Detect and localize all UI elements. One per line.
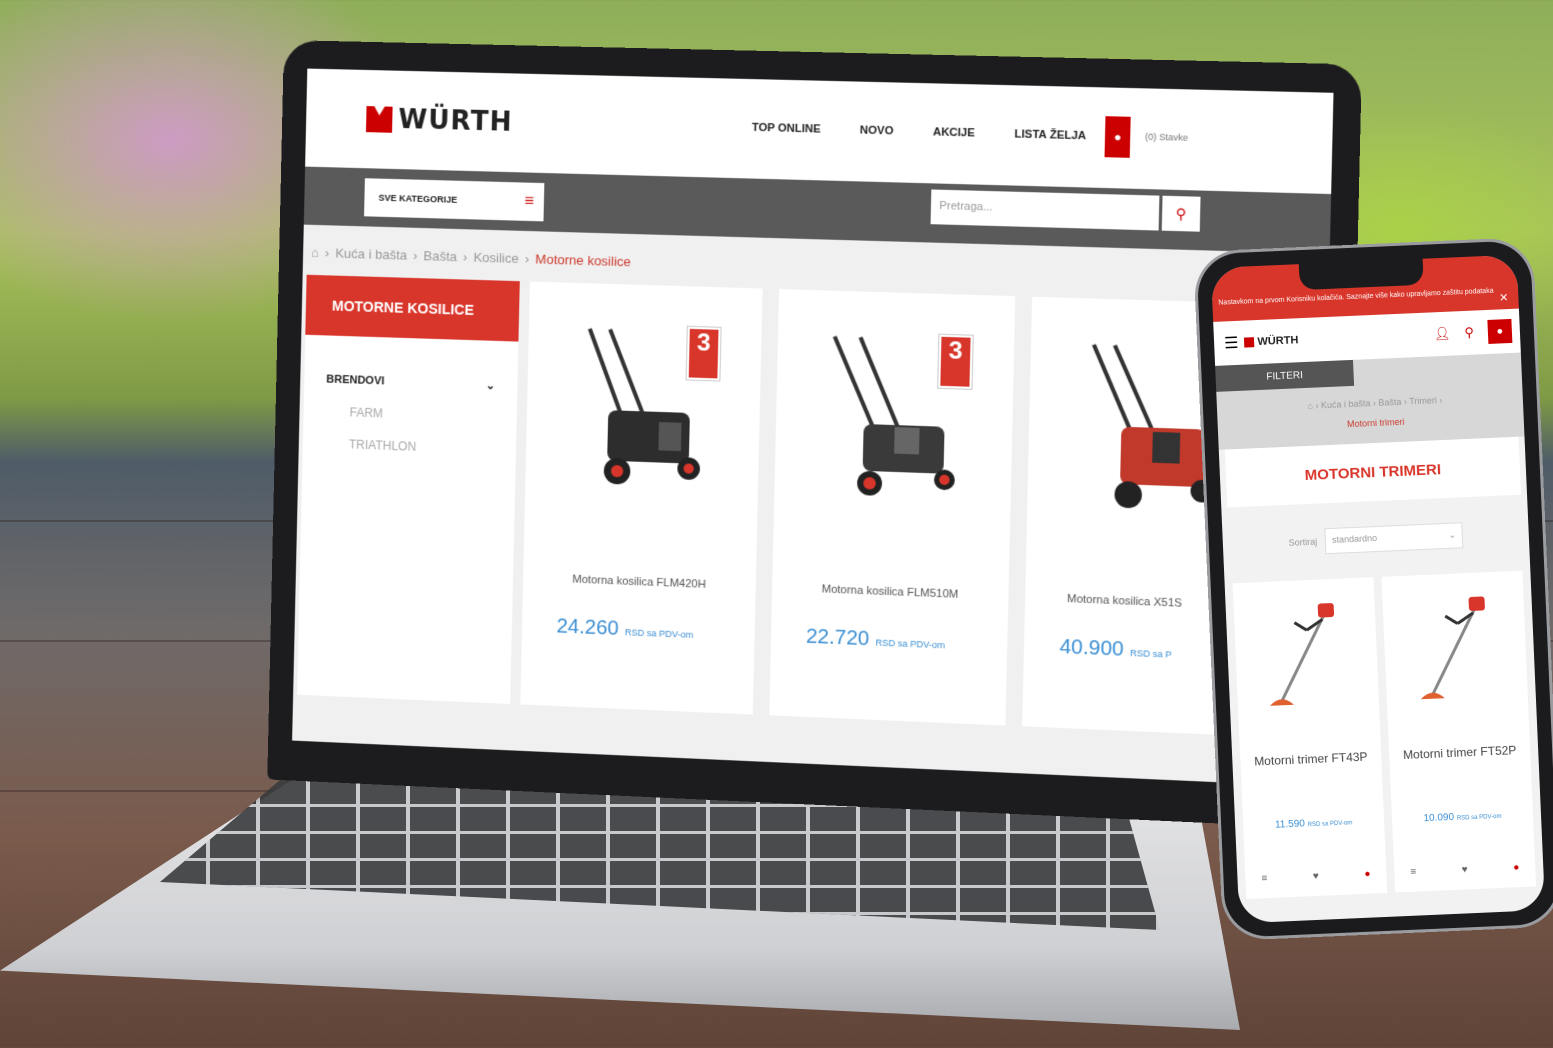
sort-select[interactable]: standardno ⌄	[1324, 522, 1464, 555]
categories-button[interactable]: SVE KATEGORIJE ≡	[364, 178, 545, 222]
phone-screen: Nastavkom na prvom Korisniku kolačića. S…	[1210, 254, 1546, 924]
breadcrumb-item[interactable]: Bašta	[423, 248, 457, 264]
laptop-screen: WÜRTH TOP ONLINE NOVO AKCIJE LISTA ŽELJA…	[292, 68, 1334, 787]
sidebar-title: MOTORNE KOSILICE	[305, 274, 520, 342]
heart-icon[interactable]: ♥	[1462, 864, 1468, 875]
heart-icon[interactable]: ♥	[1313, 871, 1319, 882]
categories-label: SVE KATEGORIJE	[378, 192, 458, 205]
home-icon[interactable]: ⌂	[1307, 401, 1313, 411]
wurth-logo[interactable]: WÜRTH	[1244, 334, 1299, 348]
product-actions: ≡ ♥ ●	[1261, 869, 1370, 885]
trimmer-image	[1420, 596, 1485, 700]
filter-sidebar: MOTORNE KOSILICE BRENDOVI ⌄ FARM TRIATHL…	[297, 274, 520, 705]
breadcrumb-item[interactable]: Kosilice	[473, 250, 519, 266]
warranty-badge: 3	[937, 333, 974, 390]
breadcrumb-item[interactable]: Trimeri	[1409, 395, 1437, 406]
search-icon: ⚲	[1175, 204, 1187, 222]
close-icon[interactable]: ✕	[1499, 291, 1509, 304]
product-price: 10.090 RSD sa PDV-om	[1423, 811, 1502, 825]
cart-icon: ●	[1496, 325, 1504, 338]
nav-akcije[interactable]: AKCIJE	[933, 126, 975, 139]
filters-button[interactable]: FILTERI	[1215, 359, 1355, 392]
brand-option[interactable]: TRIATHLON	[303, 418, 517, 458]
user-icon[interactable]: 👤︎	[1434, 326, 1451, 343]
product-name[interactable]: Motorni trimer FT52P	[1389, 743, 1530, 763]
cart-count-label: (0) Stavke	[1144, 131, 1189, 143]
sort-row: Sortiraj standardno ⌄	[1221, 494, 1530, 583]
mobile-filter-area: FILTERI ⌂ › Kuća i bašta › Bašta › Trime…	[1215, 352, 1525, 450]
hamburger-icon: ≡	[524, 192, 534, 211]
phone: Nastavkom na prvom Korisniku kolačića. S…	[1193, 236, 1553, 942]
brands-heading: BRENDOVI	[326, 373, 385, 388]
menu-icon[interactable]: ☰	[1224, 333, 1239, 354]
product-actions: ≡ ♥ ●	[1410, 862, 1519, 878]
cookie-text: Nastavkom na prvom Korisniku kolačića. S…	[1218, 287, 1494, 307]
search-input[interactable]: Pretraga...	[930, 189, 1160, 231]
nav-top-online[interactable]: TOP ONLINE	[752, 122, 821, 136]
product-card[interactable]: Motorni trimer FT52P 10.090 RSD sa PDV-o…	[1381, 570, 1537, 893]
chevron-down-icon: ⌄	[1448, 529, 1457, 540]
search-icon[interactable]: ⚲	[1464, 325, 1474, 341]
product-grid: Motorni trimer FT43P 11.590 RSD sa PDV-o…	[1225, 570, 1544, 900]
breadcrumb-item[interactable]: Bašta	[1378, 397, 1401, 408]
product-price: 11.590 RSD sa PDV-om	[1274, 818, 1353, 831]
breadcrumb-current: Motorne kosilice	[535, 251, 631, 270]
product-price: 22.720 RSD sa PDV-om	[805, 625, 946, 651]
home-icon[interactable]: ⌂	[311, 245, 319, 260]
chevron-down-icon: ⌄	[485, 379, 496, 393]
nav-novo[interactable]: NOVO	[860, 124, 894, 137]
product-name[interactable]: Motorni trimer FT43P	[1240, 749, 1381, 769]
nav-lista-zelja[interactable]: LISTA ŽELJA	[1014, 128, 1086, 142]
product-price: 40.900 RSD sa P	[1059, 635, 1172, 661]
breadcrumb-item[interactable]: Kuća i bašta	[335, 246, 407, 263]
add-to-cart-icon[interactable]: ●	[1513, 862, 1520, 873]
trimmer-image	[1269, 603, 1335, 706]
breadcrumb-item[interactable]: Kuća i bašta	[1321, 398, 1371, 410]
brands-filter-toggle[interactable]: BRENDOVI ⌄	[304, 335, 518, 393]
main-nav: TOP ONLINE NOVO AKCIJE LISTA ŽELJA	[752, 122, 1087, 143]
cart-icon: ●	[1113, 129, 1122, 145]
compare-icon[interactable]: ≡	[1410, 867, 1416, 878]
logo-text: WÜRTH	[398, 104, 513, 138]
product-card[interactable]: 3 Motorna kosilica FLM420H 24.260 RSD sa …	[520, 281, 763, 715]
laptop-lid: WÜRTH TOP ONLINE NOVO AKCIJE LISTA ŽELJA…	[267, 40, 1362, 830]
product-card[interactable]: 3 Motorna kosilica FLM510M 22.720 RSD sa …	[769, 289, 1016, 726]
wurth-logo-icon	[366, 106, 393, 133]
breadcrumb-current: Motorni trimeri	[1346, 416, 1405, 430]
phone-notch	[1298, 258, 1424, 291]
search-button[interactable]: ⚲	[1161, 195, 1201, 232]
sort-label: Sortiraj	[1288, 536, 1318, 548]
product-name[interactable]: Motorna kosilica FLM510M	[772, 581, 1009, 603]
header-icons: 👤︎ ⚲ ●	[1433, 318, 1513, 346]
product-card[interactable]: Motorni trimer FT43P 11.590 RSD sa PDV-o…	[1232, 577, 1388, 900]
wurth-logo[interactable]: WÜRTH	[366, 104, 513, 138]
cart-button[interactable]: ●	[1487, 318, 1513, 344]
warranty-badge: 3	[685, 325, 722, 382]
breadcrumb: ⌂ › Kuća i bašta › Bašta › Trimeri › Mot…	[1307, 395, 1443, 430]
wurth-logo-icon	[1244, 337, 1255, 348]
add-to-cart-icon[interactable]: ●	[1364, 869, 1371, 880]
product-name[interactable]: Motorna kosilica FLM420H	[523, 572, 756, 593]
product-price: 24.260 RSD sa PDV-om	[556, 615, 694, 641]
compare-icon[interactable]: ≡	[1261, 873, 1267, 884]
breadcrumb: ⌂ › Kuća i bašta › Bašta › Kosilice › Motorn…	[310, 244, 631, 270]
cart-button[interactable]: ●	[1104, 116, 1131, 158]
